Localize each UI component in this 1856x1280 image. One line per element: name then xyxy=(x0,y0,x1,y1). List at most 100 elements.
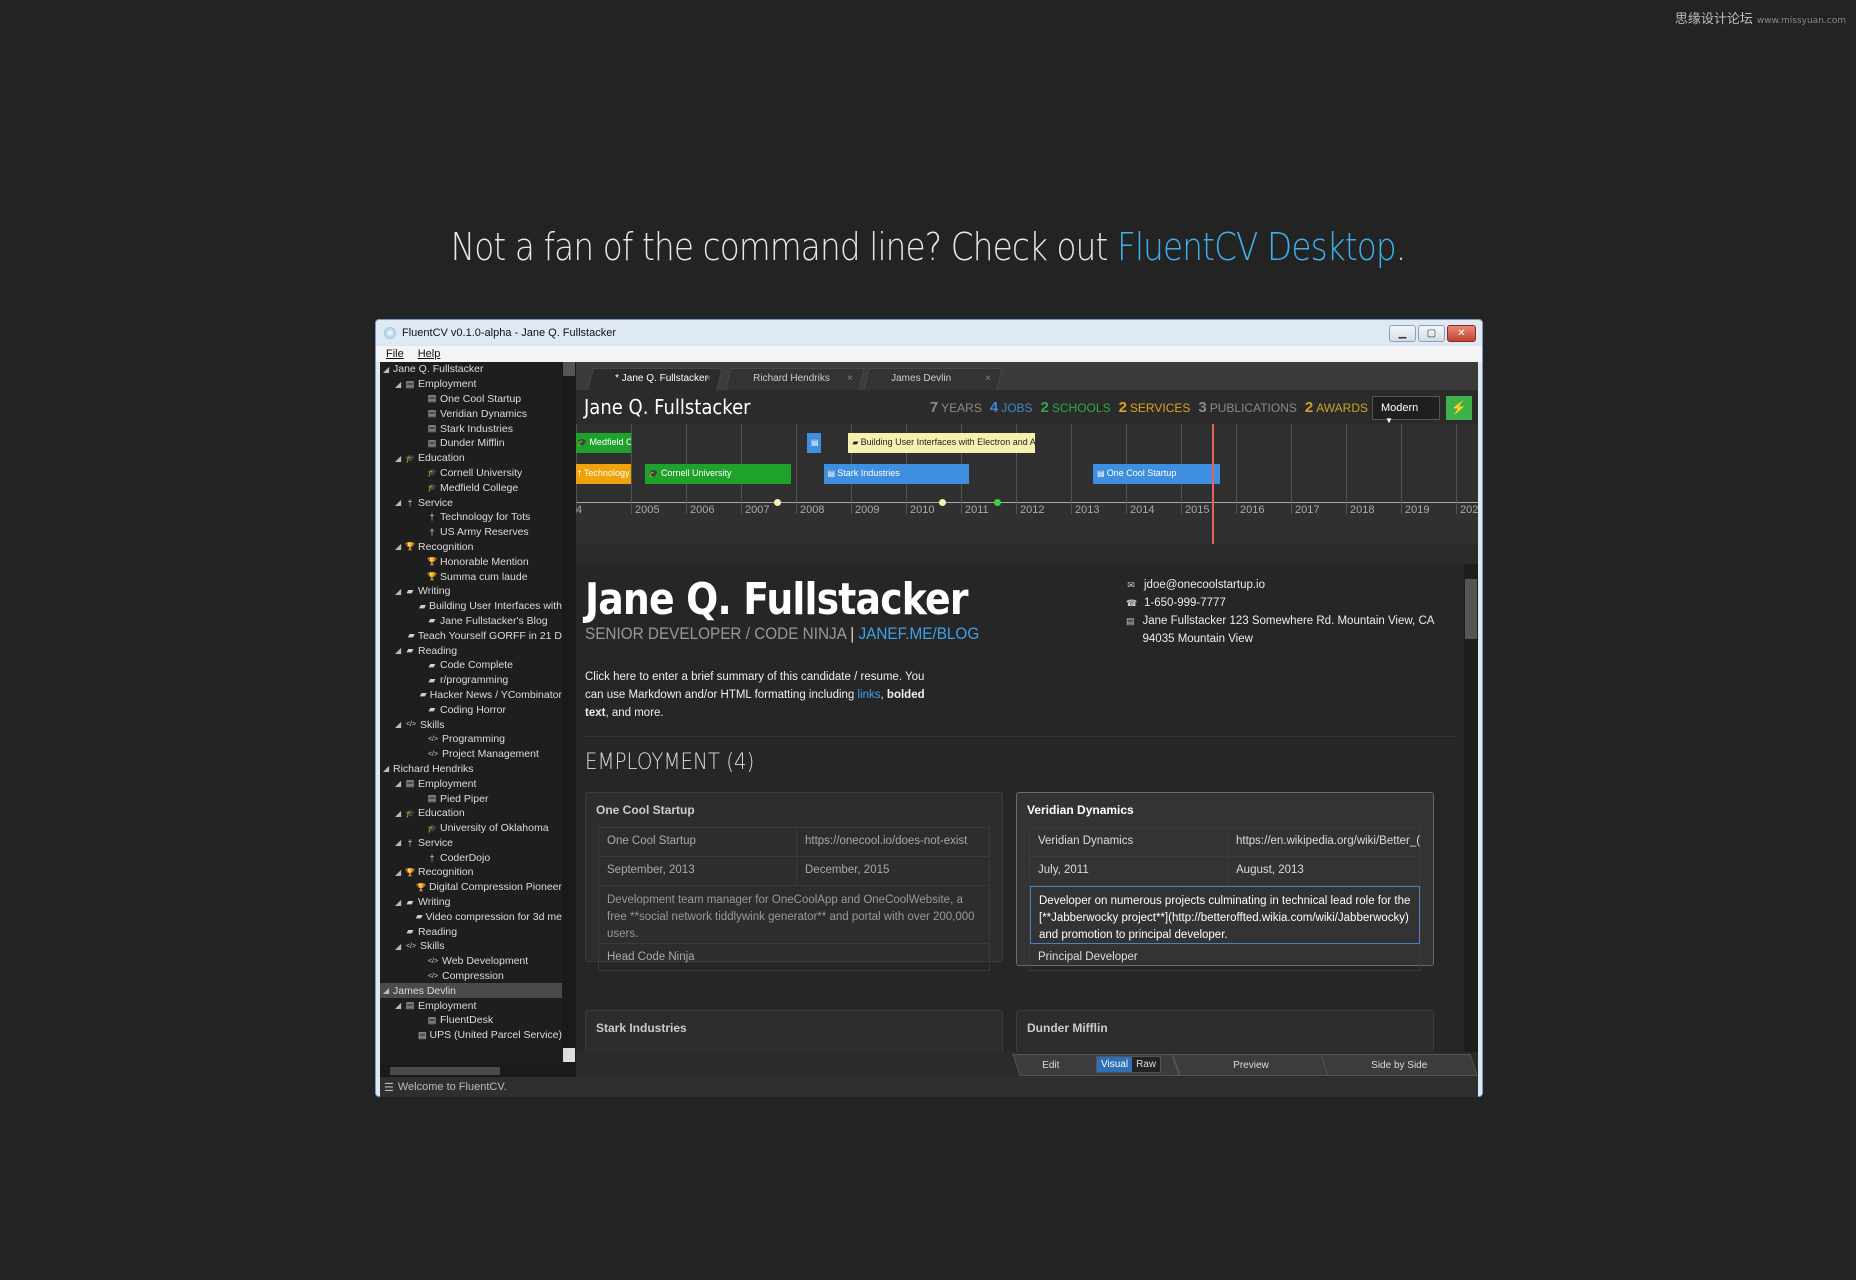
cv-phone[interactable]: 1-650-999-7777 xyxy=(1144,597,1226,609)
tree-item[interactable]: ▤ Pied Piper xyxy=(380,791,562,806)
tree-item[interactable]: † CoderDojo xyxy=(380,850,562,865)
timeline-bar[interactable]: ▤ Stark Industries xyxy=(823,464,970,484)
expand-arrow-icon[interactable]: ◢ xyxy=(395,942,405,951)
expand-arrow-icon[interactable]: ◢ xyxy=(395,898,405,907)
expand-arrow-icon[interactable]: ◢ xyxy=(395,809,405,818)
tree-item[interactable]: 🏆 Honorable Mention xyxy=(380,554,562,569)
tree-item[interactable]: † Technology for Tots xyxy=(380,510,562,525)
tree-hscrollbar[interactable] xyxy=(380,1065,576,1077)
tree-item[interactable]: ◢ Richard Hendriks xyxy=(380,762,562,777)
tree-item[interactable]: </> Project Management xyxy=(380,747,562,762)
start-date-field[interactable]: July, 2011 xyxy=(1030,857,1228,885)
expand-arrow-icon[interactable]: ◢ xyxy=(383,764,393,773)
timeline-bar[interactable]: ▰ Building User Interfaces with Electron… xyxy=(848,433,1036,453)
expand-arrow-icon[interactable]: ◢ xyxy=(395,779,405,788)
minimize-button[interactable]: ▁ xyxy=(1389,324,1416,342)
tree-item[interactable]: ◢ 🏆 Recognition xyxy=(380,865,562,880)
job-card-dunder-mifflin[interactable]: Dunder Mifflin xyxy=(1016,1010,1434,1052)
menu-file[interactable]: File xyxy=(386,348,404,360)
tree-item[interactable]: † US Army Reserves xyxy=(380,525,562,540)
menu-icon[interactable]: ☰ xyxy=(384,1081,394,1094)
tree-item[interactable]: </> Compression xyxy=(380,969,562,984)
visual-option[interactable]: Visual xyxy=(1097,1057,1133,1072)
expand-arrow-icon[interactable]: ◢ xyxy=(395,868,405,877)
tree-item[interactable]: </> Web Development xyxy=(380,954,562,969)
end-date-field[interactable]: December, 2015 xyxy=(797,857,989,885)
expand-arrow-icon[interactable]: ◢ xyxy=(395,838,405,847)
tree-item[interactable]: ◢ ▰ Writing xyxy=(380,895,562,910)
tree-item[interactable]: 🏆 Summa cum laude xyxy=(380,569,562,584)
tree-item[interactable]: ▰ Hacker News / YCombinator xyxy=(380,688,562,703)
raw-option[interactable]: Raw xyxy=(1132,1057,1160,1072)
expand-arrow-icon[interactable]: ◢ xyxy=(395,646,405,655)
tree-item[interactable]: ▰ Reading xyxy=(380,924,562,939)
tree-item[interactable]: ▰ Jane Fullstacker's Blog xyxy=(380,614,562,629)
close-button[interactable]: ✕ xyxy=(1447,324,1476,342)
visual-raw-toggle[interactable]: Visual Raw xyxy=(1096,1056,1162,1073)
fluentcv-desktop-link[interactable]: FluentCV Desktop xyxy=(1117,225,1397,269)
cv-email[interactable]: jdoe@onecoolstartup.io xyxy=(1144,579,1265,591)
tab-richard[interactable]: Richard Hendriks × xyxy=(725,368,865,390)
close-tab-icon[interactable]: × xyxy=(847,373,853,384)
cv-name[interactable]: Jane Q. Fullstacker xyxy=(585,574,969,625)
expand-arrow-icon[interactable]: ◢ xyxy=(395,587,405,596)
tree-item[interactable]: ◢ ▤ Employment xyxy=(380,998,562,1013)
cv-blog-link[interactable]: JANEF.ME/BLOG xyxy=(859,624,980,643)
timeline-bar[interactable]: 🎓 Medfield C xyxy=(576,433,631,453)
job-card-stark-industries[interactable]: Stark Industries xyxy=(585,1010,1003,1052)
summary-field[interactable]: Developer on numerous projects culminati… xyxy=(1030,886,1420,944)
side-by-side-tab[interactable]: Side by Side xyxy=(1320,1054,1478,1076)
tree-item[interactable]: ▰ r/programming xyxy=(380,673,562,688)
cv-title[interactable]: SENIOR DEVELOPER / CODE NINJA | JANEF.ME… xyxy=(585,624,979,644)
company-field[interactable]: One Cool Startup xyxy=(599,828,797,856)
expand-arrow-icon[interactable]: ◢ xyxy=(395,454,405,463)
tree-item[interactable]: ▤ Dunder Mifflin xyxy=(380,436,562,451)
timeline-bar[interactable]: † Technology xyxy=(576,464,631,484)
tree-item[interactable]: ▰ Code Complete xyxy=(380,658,562,673)
start-date-field[interactable]: September, 2013 xyxy=(599,857,797,885)
cv-summary[interactable]: Click here to enter a brief summary of t… xyxy=(585,668,945,722)
tree-item[interactable]: ▰ Video compression for 3d me xyxy=(380,909,562,924)
tab-james[interactable]: James Devlin × xyxy=(863,368,1003,390)
menu-help[interactable]: Help xyxy=(418,348,441,360)
tab-jane[interactable]: * Jane Q. Fullstacker × xyxy=(587,368,723,390)
tree-item[interactable]: ◢ 🏆 Recognition xyxy=(380,540,562,555)
tree-item[interactable]: 🎓 Cornell University xyxy=(380,466,562,481)
tree-item[interactable]: ▰ Teach Yourself GORFF in 21 D xyxy=(380,628,562,643)
tree-item[interactable]: ◢ Jane Q. Fullstacker xyxy=(380,362,562,377)
expand-arrow-icon[interactable]: ◢ xyxy=(395,720,405,729)
timeline-bar[interactable]: ▤ One Cool Startup xyxy=(1093,464,1220,484)
tree-item[interactable]: ◢ ▤ Employment xyxy=(380,776,562,791)
end-date-field[interactable]: August, 2013 xyxy=(1228,857,1420,885)
close-tab-icon[interactable]: × xyxy=(985,373,991,384)
tree-item[interactable]: ◢ </> Skills xyxy=(380,939,562,954)
tree-item[interactable]: ▤ FluentDesk xyxy=(380,1013,562,1028)
tree-item[interactable]: ▤ One Cool Startup xyxy=(380,392,562,407)
position-field[interactable]: Principal Developer xyxy=(1030,944,1420,970)
timeline-bar[interactable]: 🎓 Cornell University xyxy=(644,464,791,484)
expand-arrow-icon[interactable]: ◢ xyxy=(383,986,393,995)
expand-arrow-icon[interactable]: ◢ xyxy=(383,365,393,374)
cv-address[interactable]: Jane Fullstacker 123 Somewhere Rd. Mount… xyxy=(1143,612,1456,648)
tree-item[interactable]: ◢ † Service xyxy=(380,836,562,851)
company-field[interactable]: Veridian Dynamics xyxy=(1030,828,1228,856)
tree-scrollbar[interactable] xyxy=(562,362,576,1065)
tree-item[interactable]: ▰ Building User Interfaces with xyxy=(380,599,562,614)
tree-item[interactable]: ◢ 🎓 Education xyxy=(380,451,562,466)
tree-item[interactable]: ▤ UPS (United Parcel Service) xyxy=(380,1028,562,1043)
generate-button[interactable]: ⚡ xyxy=(1446,396,1472,420)
tree-item[interactable]: ▤ Veridian Dynamics xyxy=(380,406,562,421)
close-tab-icon[interactable]: × xyxy=(705,373,711,384)
tree-item[interactable]: ◢ ▰ Writing xyxy=(380,584,562,599)
preview-scrollbar[interactable] xyxy=(1464,564,1478,1064)
url-field[interactable]: https://en.wikipedia.org/wiki/Better_( xyxy=(1228,828,1420,856)
expand-arrow-icon[interactable]: ◢ xyxy=(395,542,405,551)
tree-item[interactable]: ◢ ▰ Reading xyxy=(380,643,562,658)
url-field[interactable]: https://onecool.io/does-not-exist xyxy=(797,828,989,856)
tree-item[interactable]: ▤ Stark Industries xyxy=(380,421,562,436)
tree-item[interactable]: ◢ 🎓 Education xyxy=(380,806,562,821)
preview-tab[interactable]: Preview xyxy=(1172,1054,1330,1076)
timeline-bar[interactable]: ▤ xyxy=(807,433,821,453)
tree-item[interactable]: </> Programming xyxy=(380,732,562,747)
maximize-button[interactable]: ▢ xyxy=(1418,324,1445,342)
